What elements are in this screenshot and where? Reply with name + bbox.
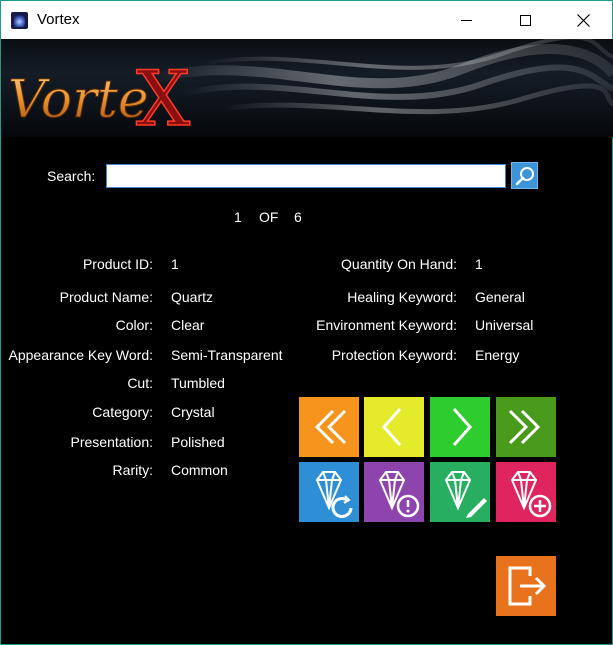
vortex-logo: Vorte X bbox=[8, 61, 191, 133]
environment-keyword-value: Universal bbox=[475, 317, 534, 333]
minimize-icon bbox=[460, 19, 472, 21]
cut-label: Cut: bbox=[127, 375, 153, 391]
last-record-button[interactable] bbox=[496, 397, 556, 457]
crystal-alert-button[interactable] bbox=[364, 462, 424, 522]
double-chevron-right-icon bbox=[508, 409, 541, 445]
search-icon bbox=[515, 166, 534, 185]
appearance-keyword-value: Semi-Transparent bbox=[171, 347, 283, 363]
crystal-refresh-icon bbox=[315, 471, 353, 518]
protection-keyword-label: Protection Keyword: bbox=[331, 347, 457, 363]
previous-record-button[interactable] bbox=[364, 397, 424, 457]
presentation-value: Polished bbox=[171, 434, 225, 450]
rarity-value: Common bbox=[171, 462, 228, 478]
first-record-button[interactable] bbox=[299, 397, 359, 457]
protection-keyword-value: Energy bbox=[475, 347, 520, 363]
app-window: Vortex Vorte X Search: 1 OF 6 Product ID… bbox=[0, 0, 613, 645]
search-input[interactable] bbox=[106, 164, 506, 188]
search-button[interactable] bbox=[511, 162, 538, 189]
category-value: Crystal bbox=[171, 404, 215, 420]
vortex-app-icon[interactable] bbox=[11, 12, 28, 29]
exit-button[interactable] bbox=[496, 556, 556, 616]
total-record-count: 6 bbox=[294, 209, 302, 225]
window-title: Vortex bbox=[37, 11, 80, 28]
refresh-crystal-button[interactable] bbox=[299, 462, 359, 522]
product-id-label: Product ID: bbox=[82, 256, 153, 272]
maximize-button[interactable] bbox=[496, 1, 554, 39]
crystal-edit-icon bbox=[444, 471, 487, 518]
presentation-label: Presentation: bbox=[70, 434, 154, 450]
current-record-number: 1 bbox=[234, 209, 242, 225]
cut-value: Tumbled bbox=[171, 375, 225, 391]
quantity-on-hand-value: 1 bbox=[475, 256, 483, 272]
healing-keyword-label: Healing Keyword: bbox=[347, 289, 457, 305]
double-chevron-left-icon bbox=[314, 409, 347, 445]
chevron-left-icon bbox=[381, 408, 402, 446]
close-button[interactable] bbox=[554, 1, 612, 39]
add-crystal-button[interactable] bbox=[496, 462, 556, 522]
maximize-icon bbox=[519, 14, 531, 26]
pager-of-label: OF bbox=[259, 209, 279, 225]
crystal-alert-icon bbox=[378, 471, 420, 518]
header-banner: Vorte X bbox=[2, 39, 613, 137]
next-record-button[interactable] bbox=[430, 397, 490, 457]
color-value: Clear bbox=[171, 317, 205, 333]
product-name-label: Product Name: bbox=[59, 289, 153, 305]
svg-text:X: X bbox=[136, 61, 190, 133]
environment-keyword-label: Environment Keyword: bbox=[316, 317, 457, 333]
color-label: Color: bbox=[115, 317, 153, 333]
product-id-value: 1 bbox=[171, 256, 179, 272]
search-label: Search: bbox=[47, 168, 96, 184]
quantity-on-hand-label: Quantity On Hand: bbox=[341, 256, 457, 272]
category-label: Category: bbox=[92, 404, 153, 420]
svg-text:Vorte: Vorte bbox=[8, 70, 149, 130]
healing-keyword-value: General bbox=[475, 289, 525, 305]
crystal-add-icon bbox=[510, 471, 552, 518]
product-name-value: Quartz bbox=[171, 289, 214, 305]
rarity-label: Rarity: bbox=[112, 462, 153, 478]
exit-icon bbox=[508, 566, 547, 606]
chevron-right-icon bbox=[452, 408, 473, 446]
minimize-button[interactable] bbox=[437, 1, 495, 39]
title-bar[interactable]: Vortex bbox=[1, 1, 612, 39]
edit-crystal-button[interactable] bbox=[430, 462, 490, 522]
close-icon bbox=[576, 13, 590, 27]
appearance-keyword-label: Appearance Key Word: bbox=[8, 347, 154, 363]
